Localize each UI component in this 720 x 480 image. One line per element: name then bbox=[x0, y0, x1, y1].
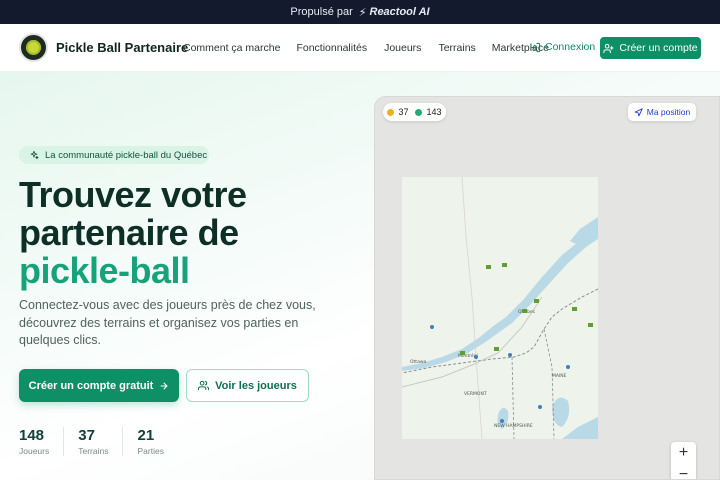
nav-link-how-it-works[interactable]: Comment ça marche bbox=[183, 42, 280, 54]
promo-banner: Propulsé par ⚡ Reactool AI bbox=[0, 0, 720, 24]
create-free-account-button[interactable]: Créer un compte gratuit bbox=[19, 369, 179, 402]
court-marker bbox=[460, 351, 465, 355]
map-tile[interactable]: Québec Montréal Ottawa VERMONT NEW HAMPS… bbox=[402, 177, 598, 439]
arrow-right-icon bbox=[160, 382, 168, 389]
nav-link-players[interactable]: Joueurs bbox=[384, 42, 421, 54]
court-marker bbox=[494, 347, 499, 351]
player-marker bbox=[508, 353, 512, 357]
login-button[interactable]: Connexion bbox=[530, 41, 595, 53]
nav-link-courts[interactable]: Terrains bbox=[438, 42, 475, 54]
login-label: Connexion bbox=[545, 41, 596, 53]
players-dot-icon bbox=[415, 108, 423, 116]
signup-label: Créer un compte bbox=[619, 42, 698, 54]
zoom-out-button[interactable]: − bbox=[679, 464, 688, 479]
site-title[interactable]: Pickle Ball Partenaire bbox=[56, 40, 188, 55]
player-marker bbox=[474, 355, 478, 359]
map-land bbox=[402, 177, 598, 439]
navigation-icon bbox=[634, 107, 643, 116]
court-marker bbox=[502, 263, 507, 267]
signup-button[interactable]: Créer un compte bbox=[600, 37, 701, 59]
stat-games: 21 Parties bbox=[137, 427, 177, 456]
community-badge: La communauté pickle-ball du Québec bbox=[19, 146, 209, 164]
court-marker bbox=[588, 323, 593, 327]
court-marker bbox=[534, 299, 539, 303]
stat-players: 148 Joueurs bbox=[19, 427, 65, 456]
stat-label: Parties bbox=[137, 446, 164, 456]
hero-headline: Trouvez votre partenaire de pickle-ball bbox=[19, 176, 247, 290]
players-count: 143 bbox=[426, 107, 442, 117]
nav-link-features[interactable]: Fonctionnalités bbox=[296, 42, 367, 54]
player-marker bbox=[566, 365, 570, 369]
users-icon bbox=[198, 380, 210, 391]
map-label-ottawa: Ottawa bbox=[410, 359, 427, 365]
interactive-map[interactable]: 37 143 Ma position Québec Montréal Ottaw… bbox=[374, 96, 720, 480]
site-logo-icon[interactable] bbox=[19, 33, 48, 62]
player-marker bbox=[430, 325, 434, 329]
headline-line-2: partenaire de bbox=[19, 212, 239, 253]
banner-prefix: Propulsé par bbox=[290, 6, 353, 18]
sparkles-icon bbox=[30, 150, 39, 160]
stat-label: Terrains bbox=[78, 446, 109, 456]
stat-label: Joueurs bbox=[19, 446, 50, 456]
my-position-button[interactable]: Ma position bbox=[628, 103, 696, 121]
badge-text: La communauté pickle-ball du Québec bbox=[45, 149, 208, 161]
court-marker bbox=[572, 307, 577, 311]
nav-links: Comment ça marche Fonctionnalités Joueur… bbox=[183, 42, 549, 54]
map-label-vermont: VERMONT bbox=[464, 391, 487, 397]
stat-value: 37 bbox=[78, 427, 95, 444]
zoom-controls: + − bbox=[671, 442, 696, 479]
banner-brand-name: Reactool AI bbox=[369, 6, 430, 18]
stats-row: 148 Joueurs 37 Terrains 21 Parties bbox=[19, 427, 192, 456]
hero-subtitle: Connectez-vous avec des joueurs près de … bbox=[19, 298, 316, 347]
stat-value: 21 bbox=[137, 427, 155, 444]
headline-accent: pickle-ball bbox=[19, 250, 190, 291]
stat-courts: 37 Terrains bbox=[78, 427, 124, 456]
court-marker bbox=[522, 309, 527, 313]
player-marker bbox=[500, 419, 504, 423]
map-counts-badge: 37 143 bbox=[383, 103, 446, 121]
main-navigation: Pickle Ball Partenaire Comment ça marche… bbox=[0, 24, 720, 72]
login-icon bbox=[530, 42, 541, 52]
court-marker bbox=[486, 265, 491, 269]
my-position-label: Ma position bbox=[646, 107, 691, 117]
lightning-icon: ⚡ bbox=[358, 6, 367, 19]
zoom-in-button[interactable]: + bbox=[679, 442, 688, 464]
player-marker bbox=[538, 405, 542, 409]
map-label-maine: MAINE bbox=[552, 373, 567, 379]
cta-secondary-label: Voir les joueurs bbox=[215, 379, 297, 392]
map-label-new-hampshire: NEW HAMPSHIRE bbox=[494, 423, 533, 429]
courts-count: 37 bbox=[398, 107, 409, 117]
view-players-button[interactable]: Voir les joueurs bbox=[186, 369, 309, 402]
user-plus-icon bbox=[603, 43, 614, 53]
courts-dot-icon bbox=[387, 108, 395, 116]
banner-brand-link[interactable]: ⚡ Reactool AI bbox=[359, 6, 430, 19]
cta-primary-label: Créer un compte gratuit bbox=[28, 379, 154, 392]
headline-line-1: Trouvez votre bbox=[19, 174, 247, 215]
stat-value: 148 bbox=[19, 427, 45, 444]
